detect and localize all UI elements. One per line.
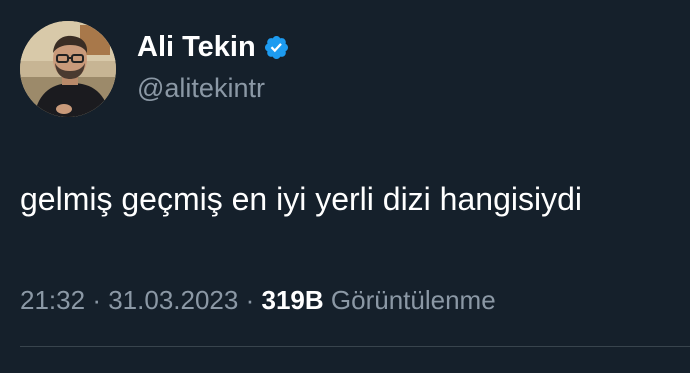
meta-separator: · [245,285,255,315]
profile-photo-icon [20,21,116,117]
views-count[interactable]: 319B [262,285,324,315]
author-display-name[interactable]: Ali Tekin [137,30,256,64]
verified-badge-icon [263,34,290,61]
tweet-date[interactable]: 31.03.2023 [108,285,238,315]
tweet-time[interactable]: 21:32 [20,285,85,315]
tweet-meta: 21:32 · 31.03.2023 · 319B Görüntülenme [20,283,496,317]
author-name-row: Ali Tekin [137,30,290,64]
meta-separator: · [92,285,101,315]
views-label: Görüntülenme [330,285,496,315]
tweet-card: Ali Tekin @alitekintr gelmiş geçmiş en i… [0,0,690,373]
avatar[interactable] [20,21,116,117]
divider [20,346,690,347]
author-handle[interactable]: @alitekintr [137,71,265,105]
tweet-text: gelmiş geçmiş en iyi yerli dizi hangisiy… [20,181,582,217]
